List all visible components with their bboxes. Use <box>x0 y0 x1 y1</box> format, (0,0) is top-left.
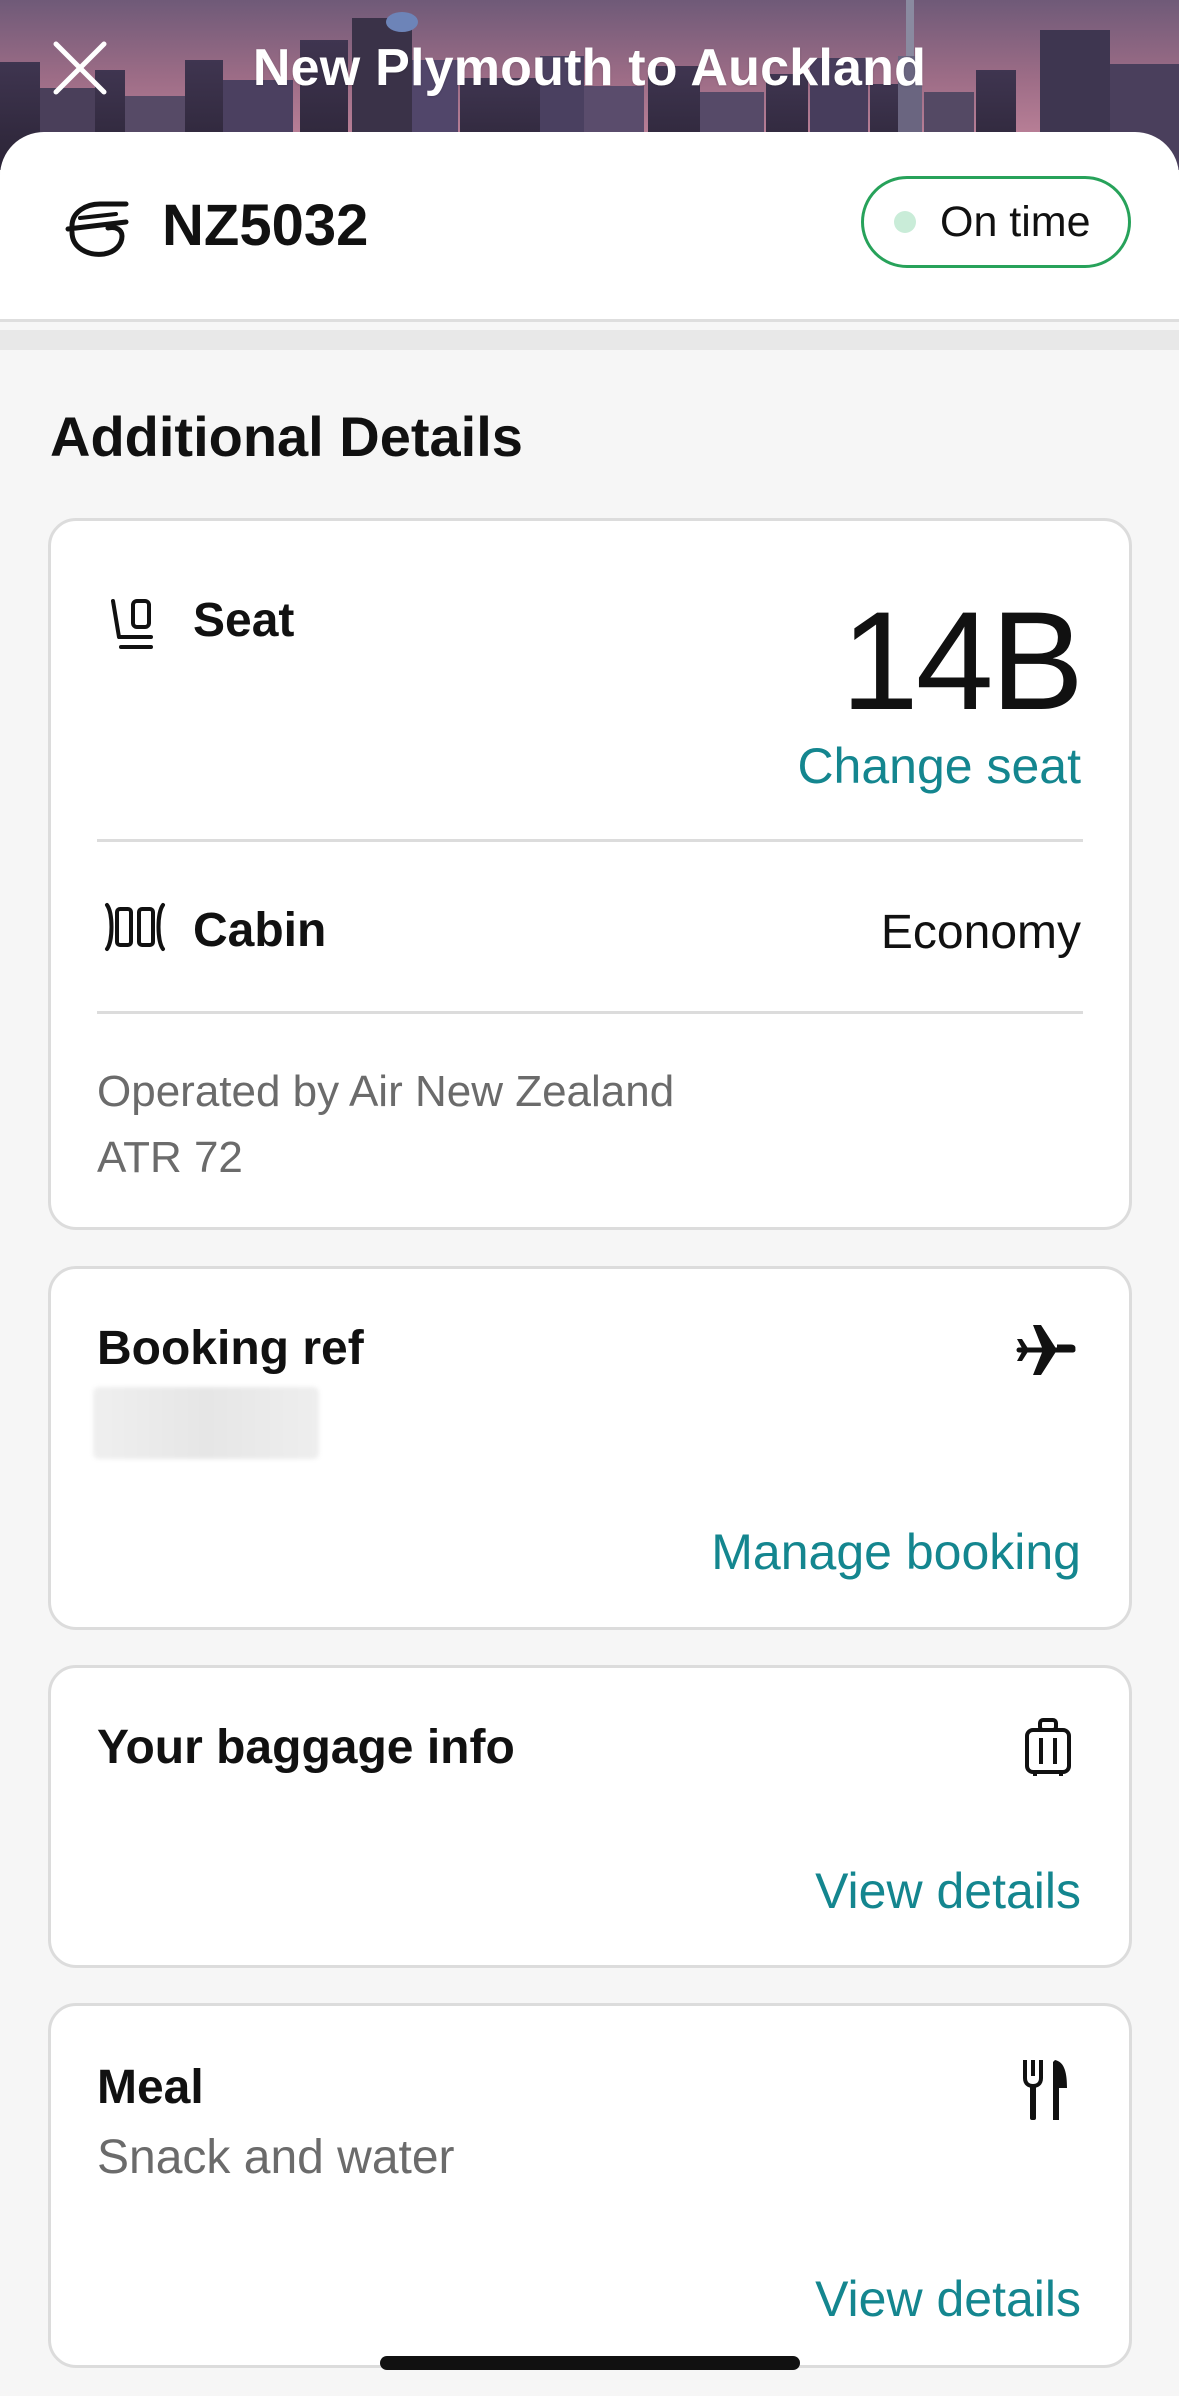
seat-icon <box>111 599 153 649</box>
booking-ref-card: Booking ref Manage booking <box>48 1266 1132 1630</box>
manage-booking-link[interactable]: Manage booking <box>711 1523 1081 1581</box>
meal-card: Meal Snack and water View details <box>48 2003 1132 2368</box>
home-indicator[interactable] <box>380 2356 800 2370</box>
cutlery-icon <box>1023 2060 1067 2120</box>
plane-icon <box>1016 1325 1076 1375</box>
luggage-icon <box>1025 1718 1071 1776</box>
meal-view-details-link[interactable]: View details <box>815 2270 1081 2328</box>
section-title: Additional Details <box>50 405 523 468</box>
change-seat-link[interactable]: Change seat <box>797 737 1081 795</box>
flight-summary-bar: NZ5032 On time <box>0 132 1179 322</box>
cabin-label: Cabin <box>193 904 327 957</box>
divider <box>97 1011 1083 1014</box>
seat-cabin-card: Seat 14B Change seat Cabin Economy Opera… <box>48 518 1132 1230</box>
baggage-card: Your baggage info View details <box>48 1665 1132 1968</box>
baggage-label: Your baggage info <box>97 1721 515 1774</box>
baggage-view-details-link[interactable]: View details <box>815 1862 1081 1920</box>
booking-ref-label: Booking ref <box>97 1322 364 1375</box>
meal-label: Meal <box>97 2061 204 2114</box>
page-title: New Plymouth to Auckland <box>252 39 927 97</box>
status-badge: On time <box>861 176 1131 268</box>
status-badge-label: On time <box>940 197 1091 246</box>
divider <box>97 839 1083 842</box>
cabin-class: Economy <box>880 906 1081 959</box>
air-new-zealand-logo-icon <box>65 201 129 257</box>
booking-ref-value-redacted <box>93 1387 319 1459</box>
seat-number: 14B <box>840 582 1084 739</box>
flight-number: NZ5032 <box>162 193 369 258</box>
flight-details-screen: New Plymouth to Auckland NZ5032 On time … <box>0 0 1179 2396</box>
meal-description: Snack and water <box>97 2131 455 2184</box>
operator-text: Operated by Air New Zealand <box>97 1067 675 1116</box>
seat-label: Seat <box>193 594 295 647</box>
aircraft-type: ATR 72 <box>97 1133 243 1182</box>
cabin-icon <box>105 903 165 951</box>
section-divider <box>0 330 1179 350</box>
status-dot-icon <box>894 211 916 233</box>
